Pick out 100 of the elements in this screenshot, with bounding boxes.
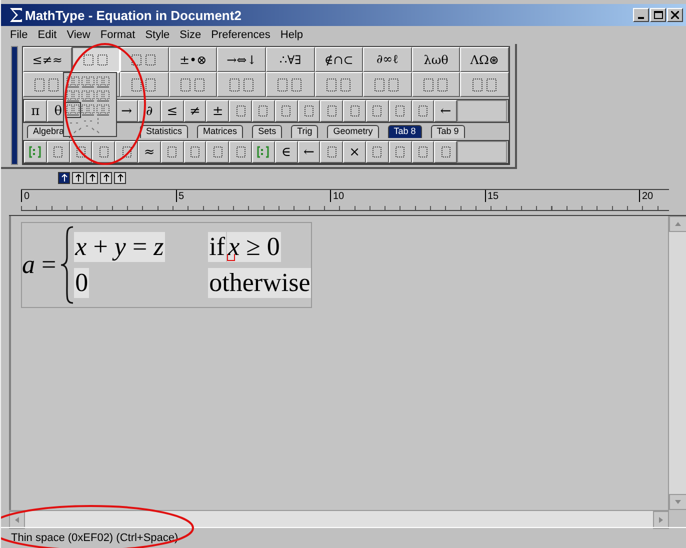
- maximize-button[interactable]: [650, 8, 666, 22]
- palette-button[interactable]: →⇔↓: [217, 47, 266, 72]
- template-button[interactable]: [298, 100, 320, 122]
- equation-cell[interactable]: x + y = z: [74, 232, 165, 262]
- template-icon: [281, 105, 292, 117]
- close-button[interactable]: [667, 8, 683, 22]
- symbol-button[interactable]: ←: [434, 100, 458, 122]
- editing-area[interactable]: a = x + y = z ifx ≥ 0 0 otherwise: [9, 216, 668, 510]
- matrix-template-button[interactable]: [252, 141, 275, 163]
- matrix-template-button[interactable]: [24, 141, 47, 163]
- brace-icon: [60, 225, 74, 305]
- ruler-label: 0: [24, 191, 30, 202]
- template-button[interactable]: [252, 100, 275, 122]
- template-button[interactable]: [343, 100, 366, 122]
- template-icon: [395, 105, 406, 117]
- palette-tab[interactable]: Sets: [252, 125, 282, 138]
- template-icon: [418, 105, 428, 117]
- template-button[interactable]: [320, 141, 344, 163]
- equation-cell[interactable]: 0: [74, 268, 90, 298]
- template-icon[interactable]: [66, 103, 80, 117]
- palette-button[interactable]: ΛΩ⊛: [460, 47, 509, 72]
- template-icon: [326, 78, 352, 92]
- minimize-button[interactable]: [633, 8, 649, 22]
- palette-tab[interactable]: Statistics: [140, 125, 188, 138]
- symbol-button[interactable]: ∈: [274, 141, 298, 163]
- menu-item[interactable]: Format: [95, 29, 140, 41]
- template-button[interactable]: [274, 100, 298, 122]
- menu-item[interactable]: Size: [174, 29, 206, 41]
- template-icon: [228, 78, 255, 92]
- ruler-label: 10: [333, 191, 344, 202]
- palette-tab[interactable]: Trig: [291, 125, 318, 138]
- template-button[interactable]: [46, 141, 70, 163]
- size-button[interactable]: [86, 172, 98, 184]
- palette-tab[interactable]: Tab 8: [388, 125, 422, 138]
- ruler-label: 20: [642, 191, 654, 202]
- template-icon: [304, 105, 314, 117]
- symbol-button[interactable]: π: [24, 100, 47, 122]
- maximize-icon: [654, 11, 662, 19]
- template-button[interactable]: [229, 141, 252, 163]
- palette-button[interactable]: ∴∀∃: [266, 47, 315, 72]
- template-button[interactable]: [92, 141, 116, 163]
- symbol-button[interactable]: →: [115, 100, 138, 122]
- template-button[interactable]: [160, 141, 184, 163]
- palette-tab[interactable]: Tab 9: [430, 125, 465, 138]
- menu-item[interactable]: Edit: [32, 29, 62, 41]
- equation-cell[interactable]: otherwise: [208, 268, 312, 298]
- template-icon: [53, 146, 64, 158]
- scroll-right-icon[interactable]: [653, 511, 669, 529]
- horizontal-scrollbar[interactable]: [9, 510, 669, 527]
- close-icon: [671, 11, 679, 19]
- template-icon: [374, 78, 400, 92]
- template-button[interactable]: [412, 141, 434, 163]
- ruler-label: 15: [488, 191, 499, 202]
- menu-item[interactable]: Preferences: [206, 29, 276, 41]
- equation-cell[interactable]: if: [208, 232, 226, 262]
- size-button[interactable]: [114, 172, 126, 184]
- palette-tab[interactable]: Geometry: [327, 125, 379, 138]
- equation-cell[interactable]: x ≥ 0: [227, 232, 281, 262]
- size-button[interactable]: [100, 172, 112, 184]
- palette-button[interactable]: ∂∞ℓ: [363, 47, 412, 72]
- symbol-button[interactable]: ≠: [184, 100, 206, 122]
- symbol-button[interactable]: ≤: [160, 100, 184, 122]
- size-button[interactable]: [72, 172, 84, 184]
- template-icon: [440, 146, 451, 158]
- template-button[interactable]: [366, 141, 389, 163]
- template-button[interactable]: [388, 100, 412, 122]
- template-button[interactable]: [184, 141, 206, 163]
- template-button[interactable]: [434, 141, 458, 163]
- symbol-button[interactable]: ≈: [138, 141, 161, 163]
- symbol-button[interactable]: ×: [343, 141, 366, 163]
- template-icon[interactable]: [81, 103, 95, 117]
- menu-item[interactable]: View: [62, 29, 96, 41]
- template-button[interactable]: [388, 141, 412, 163]
- template-icon[interactable]: [81, 89, 95, 103]
- palette-button[interactable]: λωθ: [412, 47, 460, 72]
- template-icon: [423, 78, 450, 92]
- palette-button[interactable]: ≤≠≈: [23, 47, 72, 72]
- menu-item[interactable]: Help: [275, 29, 308, 41]
- up-arrow-icon: [116, 174, 124, 182]
- template-button[interactable]: [320, 100, 344, 122]
- template-button[interactable]: [412, 100, 434, 122]
- template-icon: [82, 54, 109, 66]
- template-button[interactable]: [229, 100, 252, 122]
- cursor-mark: [227, 254, 236, 261]
- palette-button[interactable]: ∉∩⊂: [314, 47, 364, 72]
- palette-tab[interactable]: Matrices: [197, 125, 244, 138]
- menu-item[interactable]: Style: [140, 29, 175, 41]
- symbol-button[interactable]: ←: [298, 141, 320, 163]
- toolbar-grip[interactable]: [11, 46, 18, 165]
- palette-button[interactable]: [72, 47, 120, 72]
- template-icon: [372, 105, 382, 117]
- template-button[interactable]: [366, 100, 389, 122]
- symbol-button[interactable]: ±: [206, 100, 230, 122]
- size-button[interactable]: [58, 172, 70, 184]
- equation-text: a =: [22, 250, 58, 280]
- menu-item[interactable]: File: [5, 29, 33, 41]
- template-icon: [326, 105, 337, 117]
- palette-button[interactable]: ±•⊗: [168, 47, 218, 72]
- template-icon: [76, 146, 86, 158]
- template-button[interactable]: [206, 141, 230, 163]
